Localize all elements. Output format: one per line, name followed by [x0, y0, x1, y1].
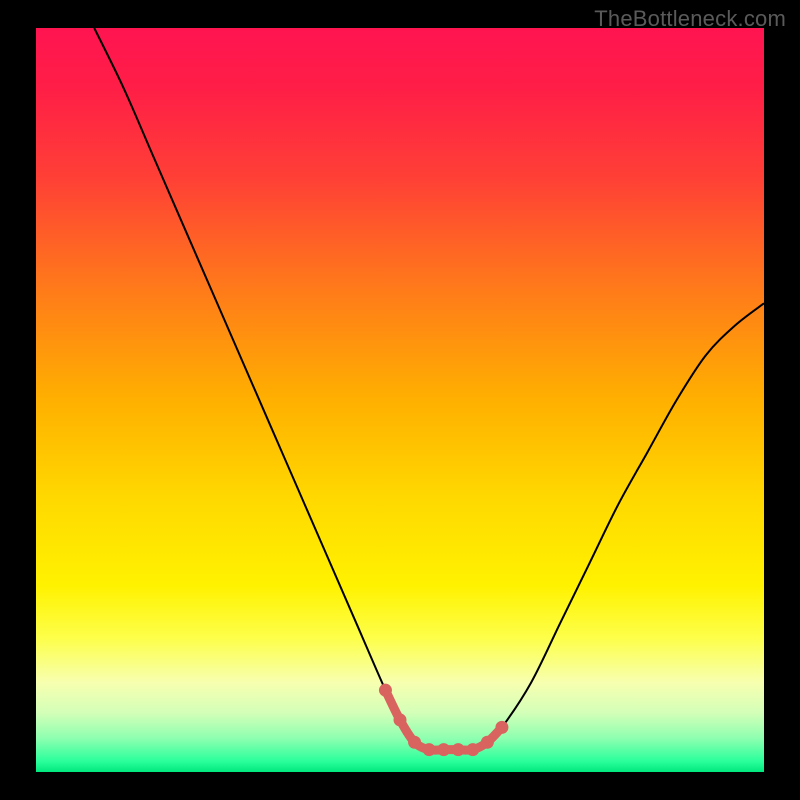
highlight-dot [394, 713, 407, 726]
watermark-text: TheBottleneck.com [594, 6, 786, 32]
chart-frame: TheBottleneck.com [0, 0, 800, 800]
highlight-dot [437, 743, 450, 756]
highlight-dot [481, 736, 494, 749]
plot-area [36, 28, 764, 772]
highlight-dot [495, 721, 508, 734]
highlight-dot [408, 736, 421, 749]
curve-highlight-dots [379, 684, 508, 757]
highlight-dot [423, 743, 436, 756]
bottleneck-curve [36, 28, 764, 772]
highlight-dot [379, 684, 392, 697]
highlight-dot [452, 743, 465, 756]
highlight-dot [466, 743, 479, 756]
curve-path [94, 28, 764, 750]
